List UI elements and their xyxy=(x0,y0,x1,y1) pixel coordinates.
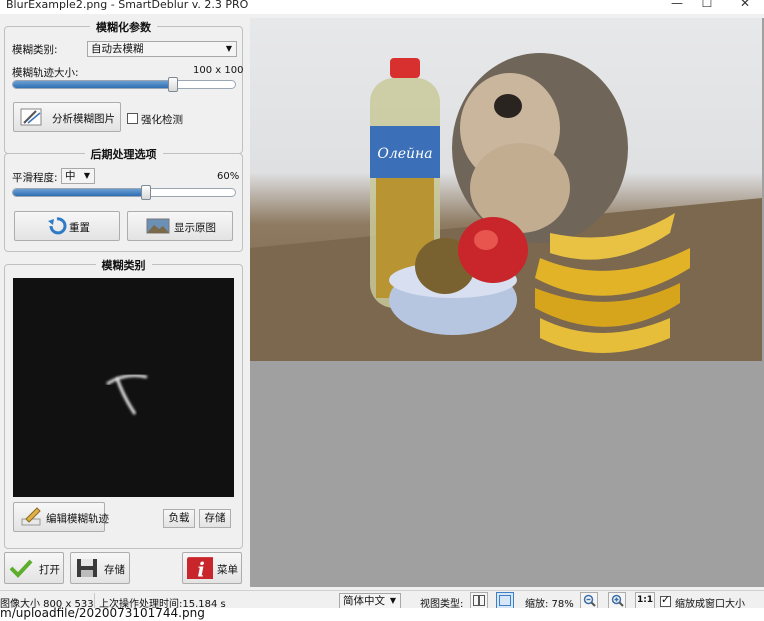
show-original-label: 显示原图 xyxy=(174,222,216,234)
enhance-detection-label: 强化检测 xyxy=(141,114,183,126)
analyze-blur-button[interactable]: 分析模糊图片 xyxy=(13,102,121,132)
svg-text:Олейна: Олейна xyxy=(377,146,432,162)
show-original-button[interactable]: 显示原图 xyxy=(127,211,233,241)
post-processing-title: 后期处理选项 xyxy=(84,148,163,161)
single-view-button[interactable] xyxy=(496,592,514,609)
chevron-down-icon: ▼ xyxy=(389,596,396,605)
maximize-button[interactable]: ☐ xyxy=(692,0,722,12)
edit-kernel-button[interactable]: 编辑模糊轨迹 xyxy=(13,502,109,532)
image-icon xyxy=(146,218,170,234)
smooth-label: 平滑程度: xyxy=(12,172,58,184)
actual-size-button[interactable]: 1:1 xyxy=(635,592,655,609)
chevron-down-icon: ▼ xyxy=(225,44,232,53)
blur-size-thumb[interactable] xyxy=(168,77,179,92)
svg-text:i: i xyxy=(197,559,204,579)
language-select[interactable]: 简体中文 ▼ xyxy=(339,593,401,609)
deblurred-photo: Олейна xyxy=(250,18,762,361)
window-title: BlurExample2.png - SmartDeblur v. 2.3 PR… xyxy=(6,0,249,11)
menu-button[interactable]: i 菜单 xyxy=(182,552,242,584)
zoom-in-icon xyxy=(611,594,624,607)
post-processing-group: 后期处理选项 平滑程度: 中 ▼ 60% 重置 显示原图 xyxy=(4,148,243,252)
floppy-disk-icon xyxy=(77,559,97,577)
blur-size-fill xyxy=(13,81,173,88)
open-button[interactable]: 打开 xyxy=(4,552,64,584)
blur-size-label: 模糊轨迹大小: xyxy=(12,67,79,79)
photo-scene: Олейна xyxy=(250,53,762,361)
pencil-icon xyxy=(21,507,41,526)
smooth-percent: 60% xyxy=(217,171,240,182)
info-icon: i xyxy=(187,557,213,579)
minimize-button[interactable]: — xyxy=(662,0,692,12)
open-icon xyxy=(9,559,33,578)
reset-button[interactable]: 重置 xyxy=(14,211,120,241)
blur-size-slider[interactable] xyxy=(12,80,236,89)
kernel-title: 模糊类别 xyxy=(95,259,152,272)
save-kernel-button[interactable]: 存储 xyxy=(199,509,231,528)
load-kernel-button[interactable]: 负载 xyxy=(163,509,195,528)
zoom-out-icon xyxy=(583,594,596,607)
blur-params-group: 模糊化参数 模糊类别: 自动去模糊 ▼ 模糊轨迹大小: 100 x 100 分析… xyxy=(4,21,244,154)
fit-to-window-checkbox[interactable] xyxy=(660,593,671,607)
blur-type-select[interactable]: 自动去模糊 ▼ xyxy=(87,41,237,57)
url-bar: m/uploadfile/2020073101744.png xyxy=(0,606,764,621)
zoom-out-button[interactable] xyxy=(580,592,598,609)
image-canvas[interactable]: Олейна xyxy=(250,18,764,587)
open-label: 打开 xyxy=(39,564,60,576)
blur-params-title: 模糊化参数 xyxy=(90,21,157,34)
reset-label: 重置 xyxy=(69,222,90,234)
control-panel: 模糊化参数 模糊类别: 自动去模糊 ▼ 模糊轨迹大小: 100 x 100 分析… xyxy=(0,14,250,587)
zoom-in-button[interactable] xyxy=(608,592,626,609)
kernel-trace xyxy=(106,374,148,415)
menu-label: 菜单 xyxy=(217,564,238,576)
smooth-fill xyxy=(13,189,147,196)
close-button[interactable]: ✕ xyxy=(730,0,760,12)
title-bar: BlurExample2.png - SmartDeblur v. 2.3 PR… xyxy=(0,0,764,14)
chevron-down-icon: ▼ xyxy=(83,171,90,180)
smooth-level-select[interactable]: 中 ▼ xyxy=(61,168,95,184)
blur-size-value: 100 x 100 xyxy=(193,65,244,76)
enhance-detection-checkbox[interactable] xyxy=(127,113,138,124)
split-view-icon xyxy=(473,595,485,606)
reset-icon xyxy=(48,217,67,235)
save-label: 存储 xyxy=(104,564,125,576)
single-view-icon xyxy=(499,595,511,606)
analyze-icon xyxy=(20,108,42,126)
url-text: m/uploadfile/2020073101744.png xyxy=(0,606,205,620)
save-button[interactable]: 存储 xyxy=(70,552,130,584)
blur-type-label: 模糊类别: xyxy=(12,44,58,56)
edit-kernel-label: 编辑模糊轨迹 xyxy=(46,513,109,525)
blur-kernel-preview xyxy=(13,278,234,497)
smooth-thumb[interactable] xyxy=(141,185,152,200)
split-view-button[interactable] xyxy=(470,592,488,609)
smooth-slider[interactable] xyxy=(12,188,236,197)
analyze-blur-label: 分析模糊图片 xyxy=(52,113,115,125)
